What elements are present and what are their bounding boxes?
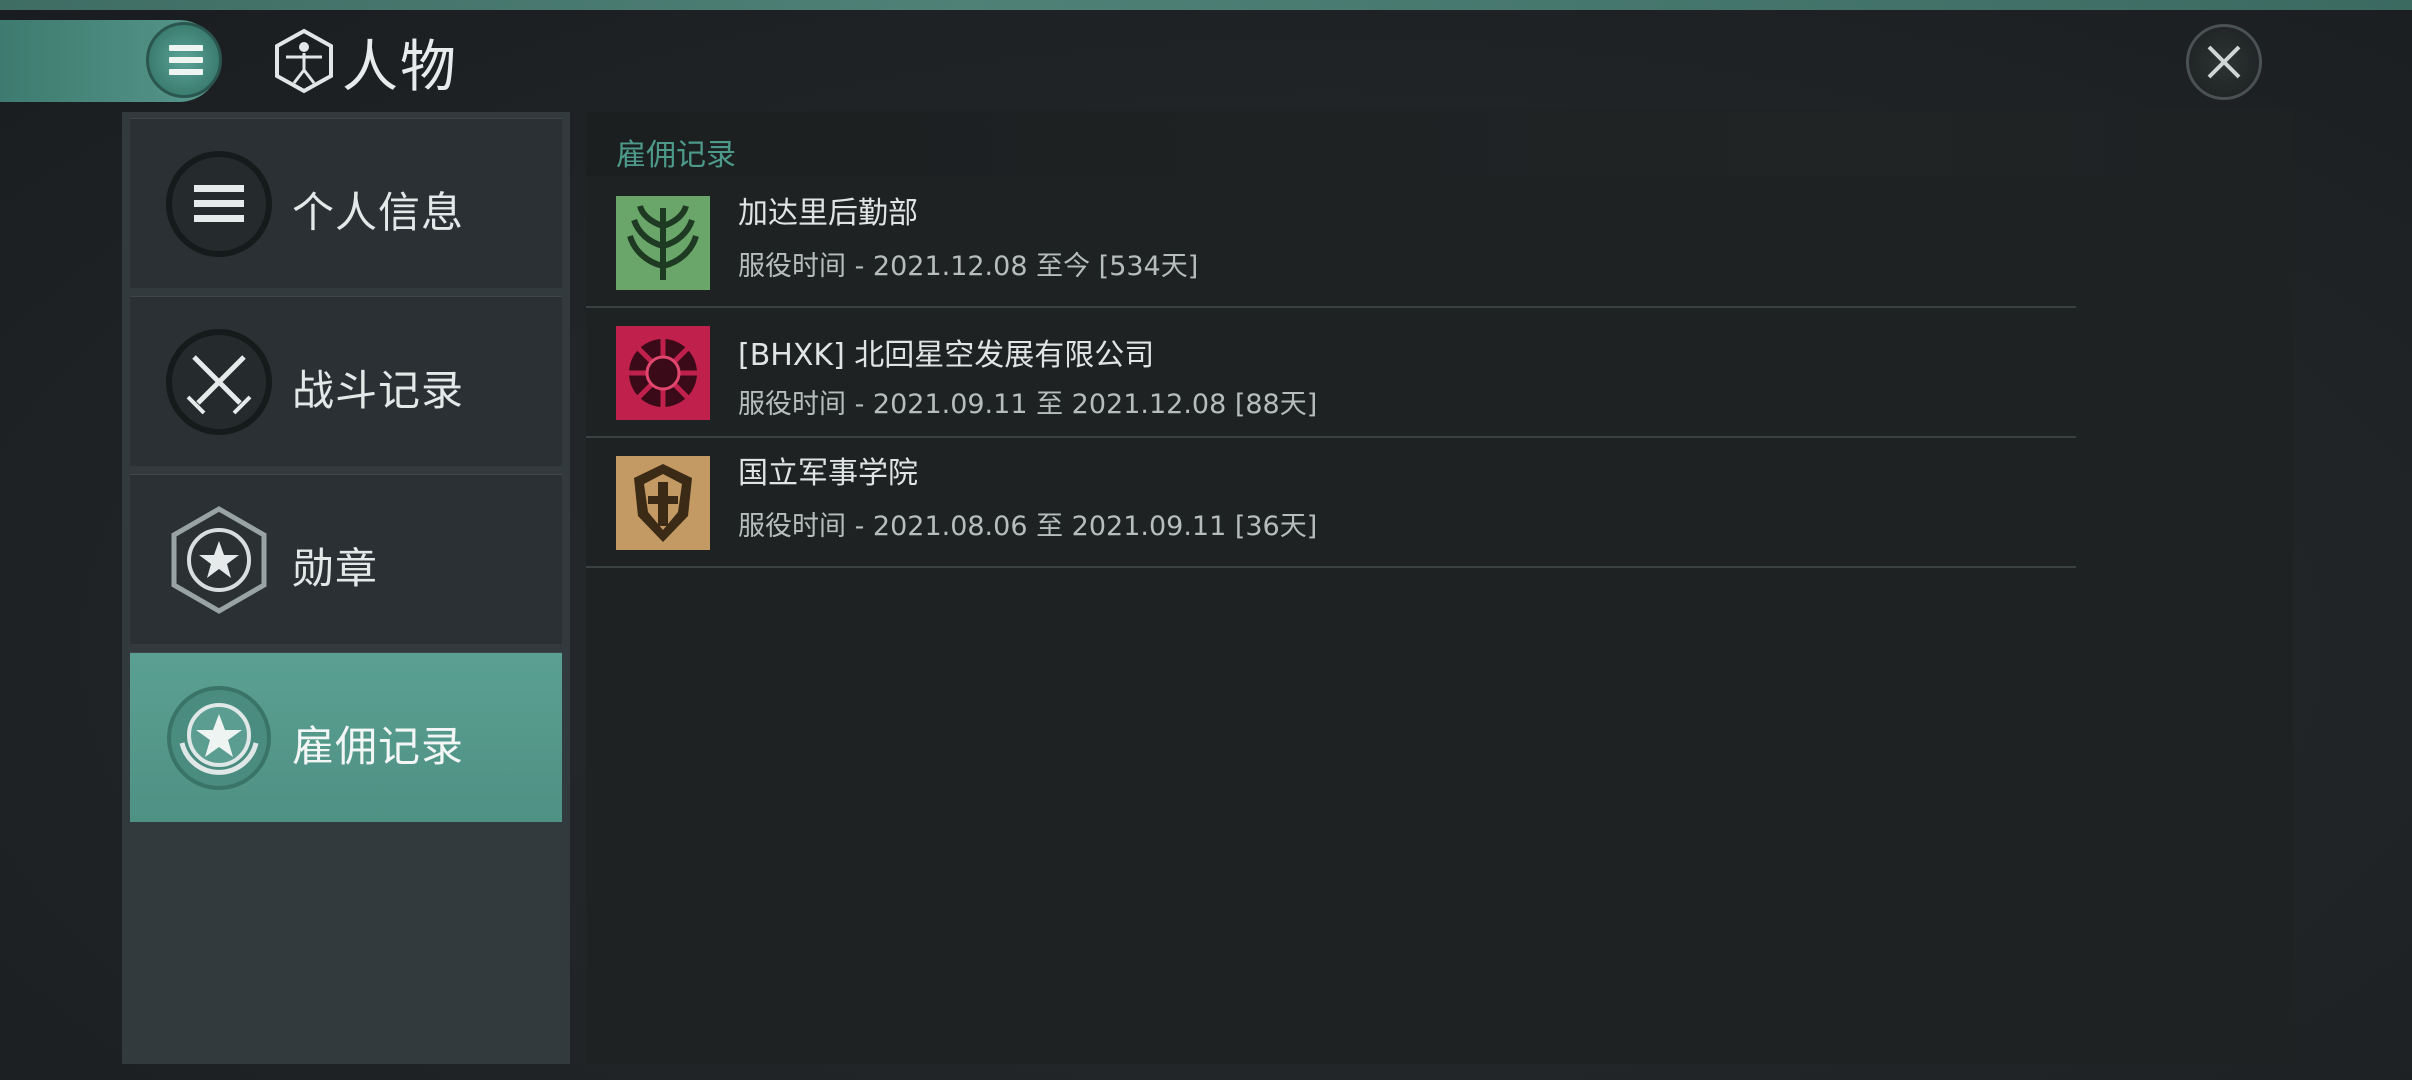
record-service-time: 服役时间 - 2021.08.06 至 2021.09.11 [36天]	[738, 511, 1318, 542]
red-sunburst-emblem-icon	[616, 326, 710, 420]
menu-button[interactable]	[146, 22, 222, 98]
sidebar-item-combat-record[interactable]: 战斗记录	[130, 296, 562, 466]
record-company-name: 加达里后勤部	[738, 196, 918, 231]
crossed-swords-icon	[166, 329, 272, 435]
sidebar-item-label: 勋章	[292, 544, 379, 593]
sidebar-item-label: 雇佣记录	[292, 722, 465, 771]
section-header: 雇佣记录	[586, 112, 2186, 176]
list-item[interactable]: [BHXK] 北回星空发展有限公司 服役时间 - 2021.09.11 至 20…	[586, 310, 2076, 438]
gold-shield-emblem-icon	[616, 456, 710, 550]
record-company-name: [BHXK] 北回星空发展有限公司	[738, 338, 1155, 373]
record-service-time: 服役时间 - 2021.09.11 至 2021.12.08 [88天]	[738, 389, 1318, 420]
list-item[interactable]: 国立军事学院 服役时间 - 2021.08.06 至 2021.09.11 [3…	[586, 440, 2076, 568]
sidebar: 个人信息 战斗记录 勋章 雇佣记录	[122, 112, 570, 1064]
star-hexagon-icon	[171, 506, 267, 614]
sidebar-item-label: 战斗记录	[292, 366, 465, 415]
list-item[interactable]: 加达里后勤部 服役时间 - 2021.12.08 至今 [534天]	[586, 180, 2076, 308]
list-icon	[166, 151, 272, 257]
record-company-name: 国立军事学院	[738, 456, 918, 491]
sidebar-item-label: 个人信息	[292, 188, 465, 237]
human-figure-icon	[275, 28, 333, 94]
page-title: 人物	[342, 35, 458, 100]
close-button[interactable]	[2186, 24, 2262, 100]
sidebar-item-medals[interactable]: 勋章	[130, 474, 562, 644]
record-service-time: 服役时间 - 2021.12.08 至今 [534天]	[738, 251, 1199, 282]
sidebar-item-personal-info[interactable]: 个人信息	[130, 118, 562, 288]
star-laurel-icon	[167, 686, 271, 790]
section-title: 雇佣记录	[616, 138, 736, 173]
green-wheat-emblem-icon	[616, 196, 710, 290]
close-icon	[2207, 45, 2241, 79]
top-accent-bar	[0, 0, 2412, 10]
sidebar-item-employment-record[interactable]: 雇佣记录	[130, 652, 562, 822]
employment-record-panel: 雇佣记录 加达里后勤部 服役时间 - 2021.12.08 至今 [534天]	[586, 108, 2294, 1064]
